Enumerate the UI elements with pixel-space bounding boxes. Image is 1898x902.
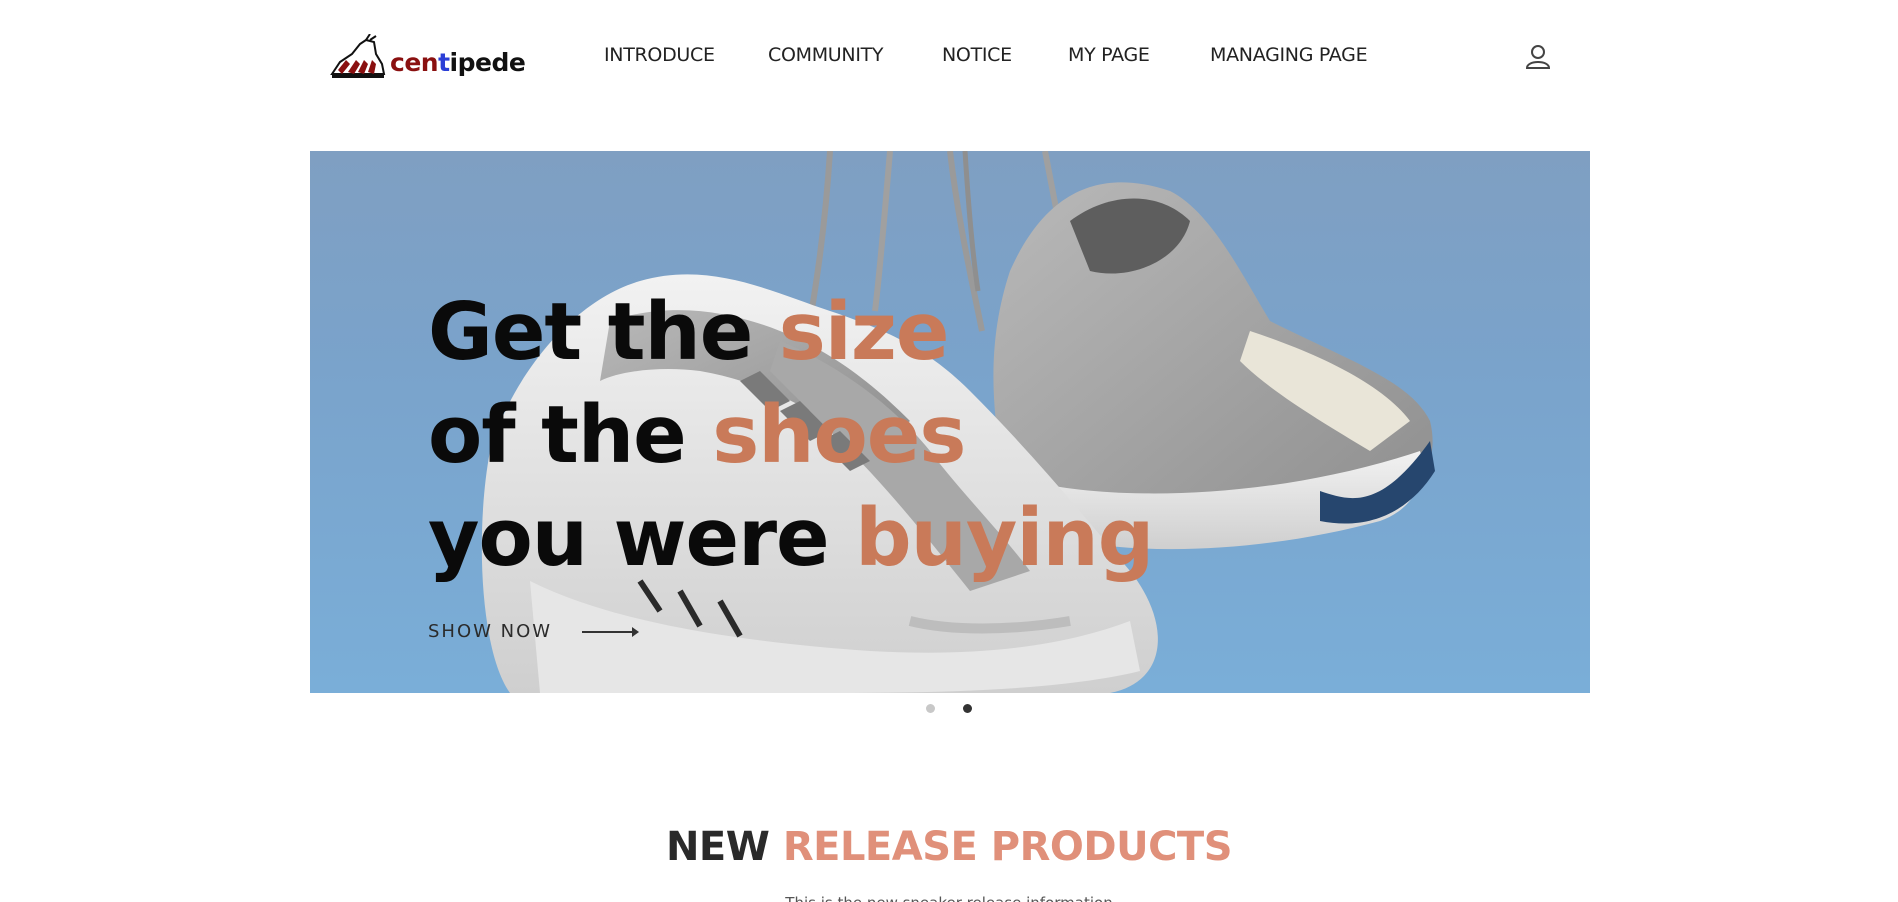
headline-accent-shoes: shoes <box>712 389 966 481</box>
arrow-right-icon <box>582 626 640 637</box>
nav-introduce[interactable]: INTRODUCE <box>604 44 715 66</box>
slide-dot-1[interactable] <box>926 704 935 713</box>
show-now-button[interactable]: SHOW NOW <box>428 621 640 642</box>
headline-line-2: of the shoes <box>428 384 1153 487</box>
user-icon[interactable] <box>1525 44 1551 70</box>
headline-line-3: you were buying <box>428 487 1154 590</box>
slider-dots <box>926 704 972 713</box>
hero-banner: Get the size of the shoes you were buyin… <box>310 151 1590 693</box>
show-now-label: SHOW NOW <box>428 621 553 642</box>
nav-notice[interactable]: NOTICE <box>942 44 1012 66</box>
headline-line-2-text: of the <box>428 389 713 481</box>
hero-headline: Get the size of the shoes you were buyin… <box>428 281 1154 590</box>
nav-managing-page[interactable]: MANAGING PAGE <box>1210 44 1368 66</box>
headline-line-1-text: Get the <box>428 286 779 378</box>
section-title-accent: RELEASE PRODUCTS <box>782 824 1233 870</box>
slide-dot-2[interactable] <box>963 704 972 713</box>
logo-text-c: ipede <box>449 47 526 77</box>
nav-my-page[interactable]: MY PAGE <box>1068 44 1150 66</box>
logo-wordmark: centipede <box>390 47 526 77</box>
nav-community[interactable]: COMMUNITY <box>768 44 884 66</box>
section-title-new: NEW <box>665 824 783 870</box>
logo-text-b: t <box>438 47 450 77</box>
section-subtitle: This is the new sneaker release informat… <box>0 894 1898 902</box>
headline-accent-buying: buying <box>855 492 1154 584</box>
page: centipede INTRODUCE COMMUNITY NOTICE MY … <box>0 0 1898 902</box>
headline-line-3-text: you were <box>428 492 856 584</box>
section-title: NEW RELEASE PRODUCTS <box>0 824 1898 870</box>
site-logo[interactable]: centipede <box>330 32 526 82</box>
headline-line-1: Get the size <box>428 281 1153 384</box>
site-header: centipede INTRODUCE COMMUNITY NOTICE MY … <box>0 0 1898 115</box>
headline-accent-size: size <box>778 286 950 378</box>
sneaker-logo-icon <box>330 34 386 78</box>
logo-text-a: cen <box>390 47 439 77</box>
